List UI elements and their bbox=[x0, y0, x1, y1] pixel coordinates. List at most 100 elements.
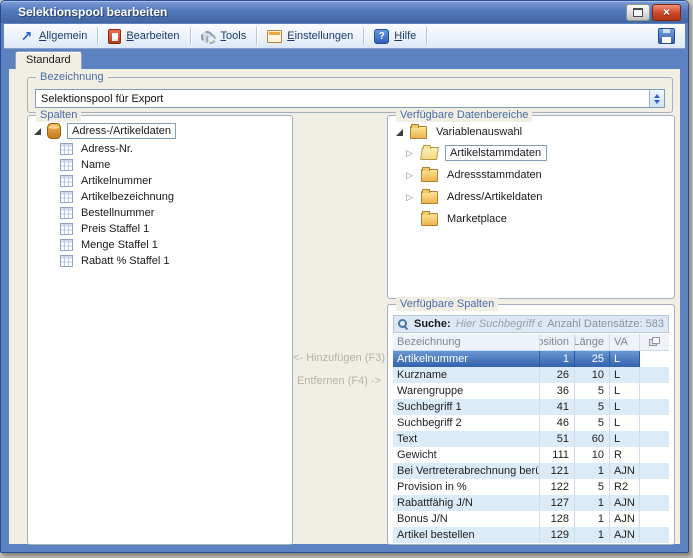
table-row[interactable]: Artikel bestellen 129 1 AJN bbox=[393, 527, 669, 543]
header-va[interactable]: VA bbox=[610, 334, 640, 350]
titlebar[interactable]: Selektionspool bearbeiten × bbox=[1, 1, 688, 23]
table-row[interactable]: Artikelnummer 1 25 L bbox=[393, 351, 669, 367]
table-row[interactable]: Text 51 60 L bbox=[393, 431, 669, 447]
cell-va: AJN bbox=[610, 463, 640, 479]
expander-icon[interactable] bbox=[405, 171, 414, 180]
cell-bezeichnung: Suchbegriff 2 bbox=[393, 415, 540, 431]
edit-notebook-icon bbox=[108, 29, 121, 44]
header-bezeichnung[interactable]: Bezeichnung bbox=[393, 334, 540, 350]
tree-item-datenbereich[interactable]: Marketplace bbox=[388, 208, 674, 230]
tree-item-label: Adress-Nr. bbox=[79, 142, 135, 156]
tree-item-column[interactable]: Artikelbezeichnung bbox=[28, 189, 292, 205]
table-icon bbox=[60, 143, 73, 155]
folder-icon bbox=[420, 147, 439, 160]
tree-item-column[interactable]: Rabatt % Staffel 1 bbox=[28, 253, 292, 269]
cell-va: L bbox=[610, 383, 640, 399]
tree-item-datenbereich[interactable]: Adress/Artikeldaten bbox=[388, 186, 674, 208]
bezeichnung-combobox[interactable]: Selektionspool für Export bbox=[35, 89, 665, 108]
cell-va: R bbox=[610, 447, 640, 463]
tree-item-root-datenbereiche[interactable]: Variablenauswahl bbox=[388, 122, 674, 142]
tree-root-label-editbox[interactable]: Adress-/Artikeldaten bbox=[67, 123, 176, 139]
cell-va: L bbox=[610, 399, 640, 415]
tree-item-column[interactable]: Name bbox=[28, 157, 292, 173]
close-button[interactable]: × bbox=[652, 4, 681, 21]
cell-bezeichnung: Gewicht bbox=[393, 447, 540, 463]
remove-button[interactable]: Entfernen (F4) -> bbox=[291, 375, 387, 387]
cell-filler bbox=[640, 367, 669, 383]
tree-item-column[interactable]: Adress-Nr. bbox=[28, 141, 292, 157]
search-placeholder: Hier Suchbegriff einge bbox=[456, 318, 543, 330]
table-row[interactable]: Suchbegriff 2 46 5 L bbox=[393, 415, 669, 431]
cell-laenge: 60 bbox=[575, 431, 610, 447]
spinner-button[interactable] bbox=[649, 90, 664, 107]
cell-position: 121 bbox=[540, 463, 575, 479]
cell-filler bbox=[640, 495, 669, 511]
restore-button[interactable] bbox=[626, 4, 650, 21]
folder-icon bbox=[410, 126, 427, 139]
tree-item-label: Artikelnummer bbox=[79, 174, 154, 188]
table-row[interactable]: Rabattfähig J/N 127 1 AJN bbox=[393, 495, 669, 511]
header-icon-cell[interactable] bbox=[640, 334, 669, 350]
table-row[interactable]: Bei Vertreterabrechnung berücksichtige 1… bbox=[393, 463, 669, 479]
toolbar-menu-item[interactable]: Tools bbox=[192, 27, 256, 46]
cell-filler bbox=[640, 527, 669, 543]
table-row[interactable]: Provision in % 122 5 R2 bbox=[393, 479, 669, 495]
cell-bezeichnung: Rabattfähig J/N bbox=[393, 495, 540, 511]
cell-filler bbox=[640, 479, 669, 495]
table-row[interactable]: Gewicht 111 10 R bbox=[393, 447, 669, 463]
column-chooser-icon bbox=[649, 337, 660, 347]
toolbar-menu-label: Tools bbox=[221, 30, 247, 42]
cell-laenge: 5 bbox=[575, 383, 610, 399]
tree-item-column[interactable]: Bestellnummer bbox=[28, 205, 292, 221]
table-row[interactable]: Warengruppe 36 5 L bbox=[393, 383, 669, 399]
tree-item-column[interactable]: Menge Staffel 1 bbox=[28, 237, 292, 253]
tree-item-column[interactable]: Artikelnummer bbox=[28, 173, 292, 189]
cell-laenge: 1 bbox=[575, 511, 610, 527]
table-row[interactable]: Suchbegriff 1 41 5 L bbox=[393, 399, 669, 415]
toolbar-menu-item[interactable]: Hilfe bbox=[365, 27, 425, 46]
cell-laenge: 10 bbox=[575, 447, 610, 463]
tree-item-column[interactable]: Preis Staffel 1 bbox=[28, 221, 292, 237]
tree-item-label: Bestellnummer bbox=[79, 206, 156, 220]
search-input[interactable]: Suche: Hier Suchbegriff einge Anzahl Dat… bbox=[393, 315, 669, 333]
window-controls: × bbox=[626, 4, 688, 21]
toolbar-menu-item[interactable]: Allgemein bbox=[10, 27, 96, 46]
cell-filler bbox=[640, 351, 669, 367]
table-icon bbox=[60, 191, 73, 203]
cell-va: AJN bbox=[610, 495, 640, 511]
app-window: Selektionspool bearbeiten × Allgemein Be… bbox=[0, 0, 689, 553]
header-position[interactable]: Position bbox=[540, 334, 575, 350]
tree-item-root-spalten[interactable]: Adress-/Artikeldaten bbox=[28, 121, 292, 141]
toolbar-menu-item[interactable]: Einstellungen bbox=[258, 28, 362, 45]
group-bezeichnung: Bezeichnung Selektionspool für Export bbox=[27, 77, 673, 113]
tree-item-label: Marketplace bbox=[445, 212, 509, 226]
cell-bezeichnung: Bei Vertreterabrechnung berücksichtige bbox=[393, 463, 540, 479]
table-icon bbox=[60, 175, 73, 187]
expander-expanded-icon[interactable] bbox=[396, 129, 403, 136]
add-button[interactable]: <- Hinzufügen (F3) bbox=[291, 352, 387, 364]
tab-standard[interactable]: Standard bbox=[15, 51, 82, 69]
cell-bezeichnung: Suchbegriff 1 bbox=[393, 399, 540, 415]
expander-expanded-icon[interactable] bbox=[34, 128, 41, 135]
save-button[interactable] bbox=[656, 26, 677, 46]
table-row[interactable]: Bonus J/N 128 1 AJN bbox=[393, 511, 669, 527]
tree-item-label: Menge Staffel 1 bbox=[79, 238, 160, 252]
header-laenge[interactable]: Länge bbox=[575, 334, 610, 350]
cell-position: 46 bbox=[540, 415, 575, 431]
cell-va: AJN bbox=[610, 527, 640, 543]
tree-item-datenbereich[interactable]: Adressstammdaten bbox=[388, 164, 674, 186]
cell-va: L bbox=[610, 367, 640, 383]
cell-va: L bbox=[610, 415, 640, 431]
toolbar-menu-item[interactable]: Bearbeiten bbox=[99, 27, 188, 46]
expander-icon[interactable] bbox=[405, 149, 414, 158]
table-row[interactable]: Kurzname 26 10 L bbox=[393, 367, 669, 383]
settings-window-icon bbox=[267, 30, 282, 43]
cell-bezeichnung: Provision in % bbox=[393, 479, 540, 495]
cell-filler bbox=[640, 399, 669, 415]
toolbar-menu-label: Einstellungen bbox=[287, 30, 353, 42]
tree-item-datenbereich[interactable]: Artikelstammdaten bbox=[388, 142, 674, 164]
restore-icon bbox=[633, 8, 643, 17]
toolbar-menu-label: Allgemein bbox=[39, 30, 87, 42]
expander-icon[interactable] bbox=[405, 193, 414, 202]
cell-filler bbox=[640, 511, 669, 527]
